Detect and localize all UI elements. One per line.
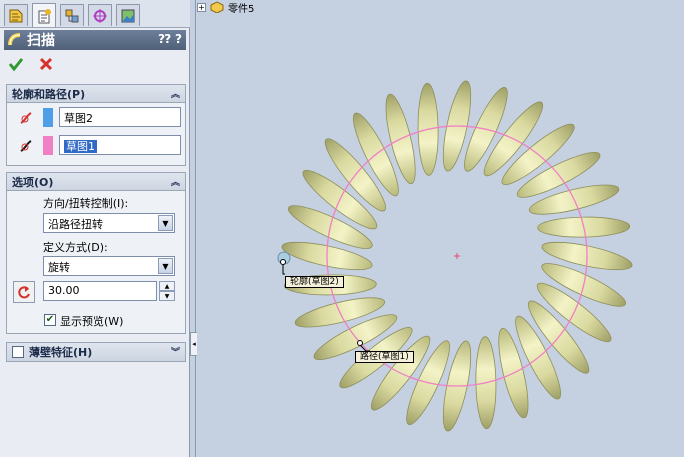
path-selection-icon	[20, 140, 32, 152]
options-group: 选项(O) ︽ 方向/扭转控制(I): 沿路径扭转 ▼ 定义方式(D): 旋转 …	[6, 172, 186, 334]
profile-row: 草图2	[13, 107, 183, 129]
sweep-preview	[277, 80, 633, 432]
feature-title: 扫描	[27, 33, 55, 49]
graphics-viewport[interactable]	[197, 0, 684, 457]
dimxpert-tab[interactable]	[88, 4, 112, 26]
spin-down-icon[interactable]: ▼	[159, 291, 175, 301]
angle-input[interactable]: 30.00	[43, 281, 157, 301]
dropdown-arrow-icon[interactable]: ▼	[158, 215, 173, 231]
feature-manager-tab[interactable]	[4, 4, 28, 26]
cancel-x-icon[interactable]	[38, 56, 54, 72]
profile-path-group: 轮廓和路径(P) ︽ 草图2 草图1	[6, 84, 186, 166]
display-manager-icon	[121, 9, 135, 22]
path-callout[interactable]: 路径(草图1)	[355, 351, 414, 363]
define-by-dropdown[interactable]: 旋转 ▼	[43, 256, 175, 276]
dimxpert-icon	[93, 8, 107, 23]
path-row: 草图1	[13, 135, 183, 157]
profile-selection-icon	[20, 112, 32, 124]
profile-callout[interactable]: 轮廓(草图2)	[285, 276, 344, 288]
part-icon	[210, 1, 224, 13]
thin-feature-header[interactable]: 薄壁特征(H) ︾	[7, 343, 185, 361]
path-color-swatch	[43, 136, 53, 155]
angle-value: 30.00	[48, 284, 80, 297]
part-label: 零件5	[228, 3, 255, 15]
thin-feature-checkbox[interactable]	[12, 346, 24, 358]
display-manager-tab[interactable]	[116, 4, 140, 26]
property-manager-icon	[38, 8, 51, 23]
profile-leader-dot	[280, 259, 286, 265]
help-button[interactable]: ?	[175, 32, 182, 46]
configuration-manager-icon	[65, 9, 79, 22]
define-by-label: 定义方式(D):	[43, 241, 108, 254]
panel-splitter[interactable]	[190, 0, 196, 457]
feature-title-bar: 扫描 ⁇ ?	[4, 30, 186, 50]
tree-part-node[interactable]: + 零件5	[197, 0, 255, 15]
sweep-icon	[8, 33, 21, 46]
show-preview-checkbox[interactable]: ✔	[44, 314, 56, 326]
orientation-dropdown[interactable]: 沿路径扭转 ▼	[43, 213, 175, 233]
path-leader-dot	[357, 340, 363, 346]
collapse-chevron-icon[interactable]: ︽	[171, 87, 180, 100]
rotate-arrow-icon	[18, 286, 30, 299]
expand-chevron-icon[interactable]: ︾	[171, 345, 180, 358]
reverse-direction-button[interactable]	[13, 281, 35, 303]
thin-feature-title: 薄壁特征(H)	[29, 346, 93, 359]
profile-leader-line	[282, 264, 285, 275]
profile-selection-box[interactable]: 草图2	[59, 107, 181, 127]
dropdown-arrow-icon[interactable]: ▼	[158, 258, 173, 274]
show-preview-label: 显示预览(W)	[60, 315, 124, 328]
ok-checkmark-icon[interactable]	[8, 56, 24, 72]
configuration-manager-tab[interactable]	[60, 4, 84, 26]
orientation-label: 方向/扭转控制(I):	[43, 197, 129, 210]
profile-path-header[interactable]: 轮廓和路径(P) ︽	[7, 85, 185, 103]
options-header[interactable]: 选项(O) ︽	[7, 173, 185, 191]
orientation-value: 沿路径扭转	[48, 218, 103, 231]
profile-color-swatch	[43, 108, 53, 127]
feature-manager-icon	[9, 9, 23, 22]
ok-cancel-bar	[8, 56, 54, 76]
collapse-chevron-icon[interactable]: ︽	[171, 175, 180, 188]
thin-feature-group: 薄壁特征(H) ︾	[6, 342, 186, 362]
origin-marker	[454, 253, 460, 259]
help-icon[interactable]: ⁇ ?	[158, 32, 182, 46]
property-manager-panel: 扫描 ⁇ ? 轮廓和路径(P) ︽ 草图2 草图1 选项(O) ︽ 方向/扭转控…	[0, 0, 190, 457]
manager-tabs	[0, 0, 190, 28]
profile-value: 草图2	[64, 112, 93, 125]
expand-plus-icon[interactable]: +	[197, 2, 206, 12]
options-title: 选项(O)	[12, 175, 54, 189]
spin-up-icon[interactable]: ▲	[159, 281, 175, 291]
profile-path-title: 轮廓和路径(P)	[12, 87, 86, 101]
path-selection-box[interactable]: 草图1	[59, 135, 181, 155]
property-manager-tab[interactable]	[32, 3, 56, 27]
define-by-value: 旋转	[48, 261, 70, 274]
path-value: 草图1	[64, 140, 97, 153]
angle-spinner[interactable]: ▲ ▼	[159, 281, 175, 301]
